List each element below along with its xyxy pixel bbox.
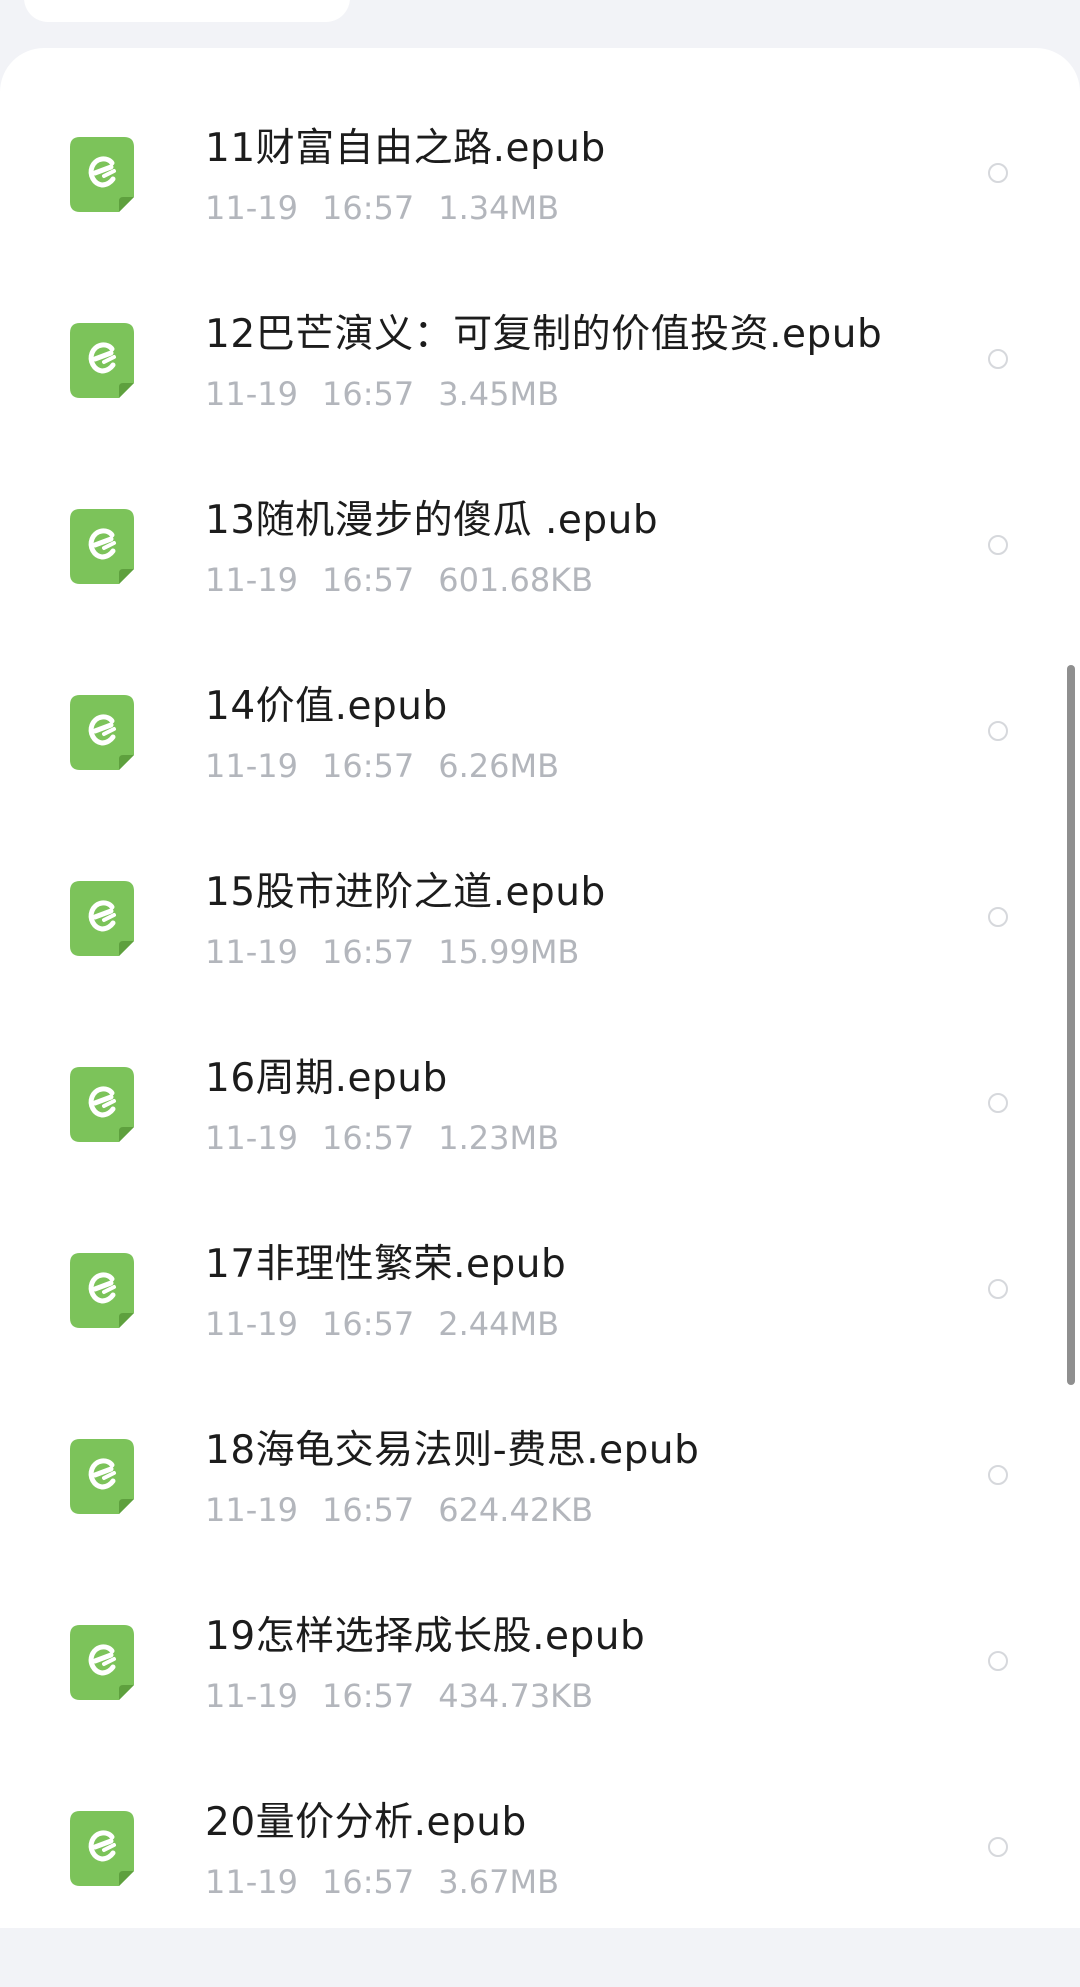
- epub-file-icon: [70, 1439, 134, 1514]
- file-date: 11-19: [205, 375, 298, 413]
- epub-file-icon: [70, 1067, 134, 1142]
- file-name: 16周期.epub: [205, 1056, 448, 1101]
- file-time: 16:57: [321, 1863, 415, 1901]
- select-radio[interactable]: [988, 349, 1008, 369]
- file-row[interactable]: 14价值.epub 11-19 16:57 6.26MB: [0, 684, 1080, 871]
- file-meta: 11-19 16:57 1.34MB: [205, 189, 583, 227]
- file-row[interactable]: 19怎样选择成长股.epub 11-19 16:57 434.73KB: [0, 1614, 1080, 1801]
- file-date: 11-19: [205, 1677, 298, 1715]
- file-date: 11-19: [205, 1491, 298, 1529]
- select-radio[interactable]: [988, 721, 1008, 741]
- file-date: 11-19: [205, 1119, 298, 1157]
- epub-file-icon: [70, 1253, 134, 1328]
- file-meta: 11-19 16:57 624.42KB: [205, 1491, 617, 1529]
- file-size: 2.44MB: [438, 1305, 560, 1343]
- file-meta: 11-19 16:57 3.67MB: [205, 1863, 583, 1901]
- file-name: 14价值.epub: [205, 684, 448, 729]
- file-meta: 11-19 16:57 6.26MB: [205, 747, 583, 785]
- file-time: 16:57: [321, 189, 415, 227]
- file-date: 11-19: [205, 933, 298, 971]
- file-meta: 11-19 16:57 3.45MB: [205, 375, 583, 413]
- file-row[interactable]: 15股市进阶之道.epub 11-19 16:57 15.99MB: [0, 870, 1080, 1057]
- file-size: 15.99MB: [438, 933, 580, 971]
- file-time: 16:57: [321, 933, 415, 971]
- select-radio[interactable]: [988, 907, 1008, 927]
- select-radio[interactable]: [988, 1465, 1008, 1485]
- file-meta: 11-19 16:57 601.68KB: [205, 561, 617, 599]
- file-name: 19怎样选择成长股.epub: [205, 1614, 646, 1659]
- file-size: 3.45MB: [438, 375, 560, 413]
- file-size: 6.26MB: [438, 747, 560, 785]
- file-name: 12巴芒演义：可复制的价值投资.epub: [205, 312, 883, 357]
- file-time: 16:57: [321, 1119, 415, 1157]
- select-radio[interactable]: [988, 1837, 1008, 1857]
- epub-file-icon: [70, 323, 134, 398]
- file-row[interactable]: 16周期.epub 11-19 16:57 1.23MB: [0, 1056, 1080, 1243]
- file-date: 11-19: [205, 1863, 298, 1901]
- file-size: 1.34MB: [438, 189, 560, 227]
- file-meta: 11-19 16:57 1.23MB: [205, 1119, 583, 1157]
- file-row[interactable]: 13随机漫步的傻瓜 .epub 11-19 16:57 601.68KB: [0, 498, 1080, 685]
- file-time: 16:57: [321, 1677, 415, 1715]
- file-meta: 11-19 16:57 2.44MB: [205, 1305, 583, 1343]
- file-time: 16:57: [321, 375, 415, 413]
- scrollbar[interactable]: [1067, 665, 1075, 1385]
- file-time: 16:57: [321, 1305, 415, 1343]
- file-name: 17非理性繁荣.epub: [205, 1242, 567, 1287]
- select-radio[interactable]: [988, 535, 1008, 555]
- file-row[interactable]: 17非理性繁荣.epub 11-19 16:57 2.44MB: [0, 1242, 1080, 1429]
- file-size: 1.23MB: [438, 1119, 560, 1157]
- file-name: 11财富自由之路.epub: [205, 126, 606, 171]
- select-radio[interactable]: [988, 163, 1008, 183]
- epub-file-icon: [70, 509, 134, 584]
- select-radio[interactable]: [988, 1651, 1008, 1671]
- file-row[interactable]: 18海龟交易法则-费思.epub 11-19 16:57 624.42KB: [0, 1428, 1080, 1615]
- file-size: 434.73KB: [438, 1677, 594, 1715]
- file-date: 11-19: [205, 747, 298, 785]
- file-name: 18海龟交易法则-费思.epub: [205, 1428, 700, 1473]
- file-time: 16:57: [321, 1491, 415, 1529]
- file-size: 3.67MB: [438, 1863, 560, 1901]
- file-size: 624.42KB: [438, 1491, 594, 1529]
- epub-file-icon: [70, 695, 134, 770]
- file-date: 11-19: [205, 189, 298, 227]
- file-row[interactable]: 20量价分析.epub 11-19 16:57 3.67MB: [0, 1800, 1080, 1987]
- file-name: 13随机漫步的傻瓜 .epub: [205, 498, 659, 543]
- file-row[interactable]: 11财富自由之路.epub 11-19 16:57 1.34MB: [0, 126, 1080, 313]
- file-size: 601.68KB: [438, 561, 594, 599]
- file-meta: 11-19 16:57 15.99MB: [205, 933, 603, 971]
- select-radio[interactable]: [988, 1279, 1008, 1299]
- epub-file-icon: [70, 881, 134, 956]
- epub-file-icon: [70, 1811, 134, 1886]
- epub-file-icon: [70, 137, 134, 212]
- file-date: 11-19: [205, 1305, 298, 1343]
- file-time: 16:57: [321, 747, 415, 785]
- file-list-card: 11财富自由之路.epub 11-19 16:57 1.34MB 12巴芒演义：可复…: [0, 48, 1080, 1928]
- top-search-area: [24, 0, 350, 22]
- file-date: 11-19: [205, 561, 298, 599]
- epub-file-icon: [70, 1625, 134, 1700]
- file-row[interactable]: 12巴芒演义：可复制的价值投资.epub 11-19 16:57 3.45MB: [0, 312, 1080, 499]
- file-name: 15股市进阶之道.epub: [205, 870, 606, 915]
- select-radio[interactable]: [988, 1093, 1008, 1113]
- file-meta: 11-19 16:57 434.73KB: [205, 1677, 617, 1715]
- file-list: 11财富自由之路.epub 11-19 16:57 1.34MB 12巴芒演义：可复…: [0, 126, 1080, 1987]
- file-time: 16:57: [321, 561, 415, 599]
- file-name: 20量价分析.epub: [205, 1800, 527, 1845]
